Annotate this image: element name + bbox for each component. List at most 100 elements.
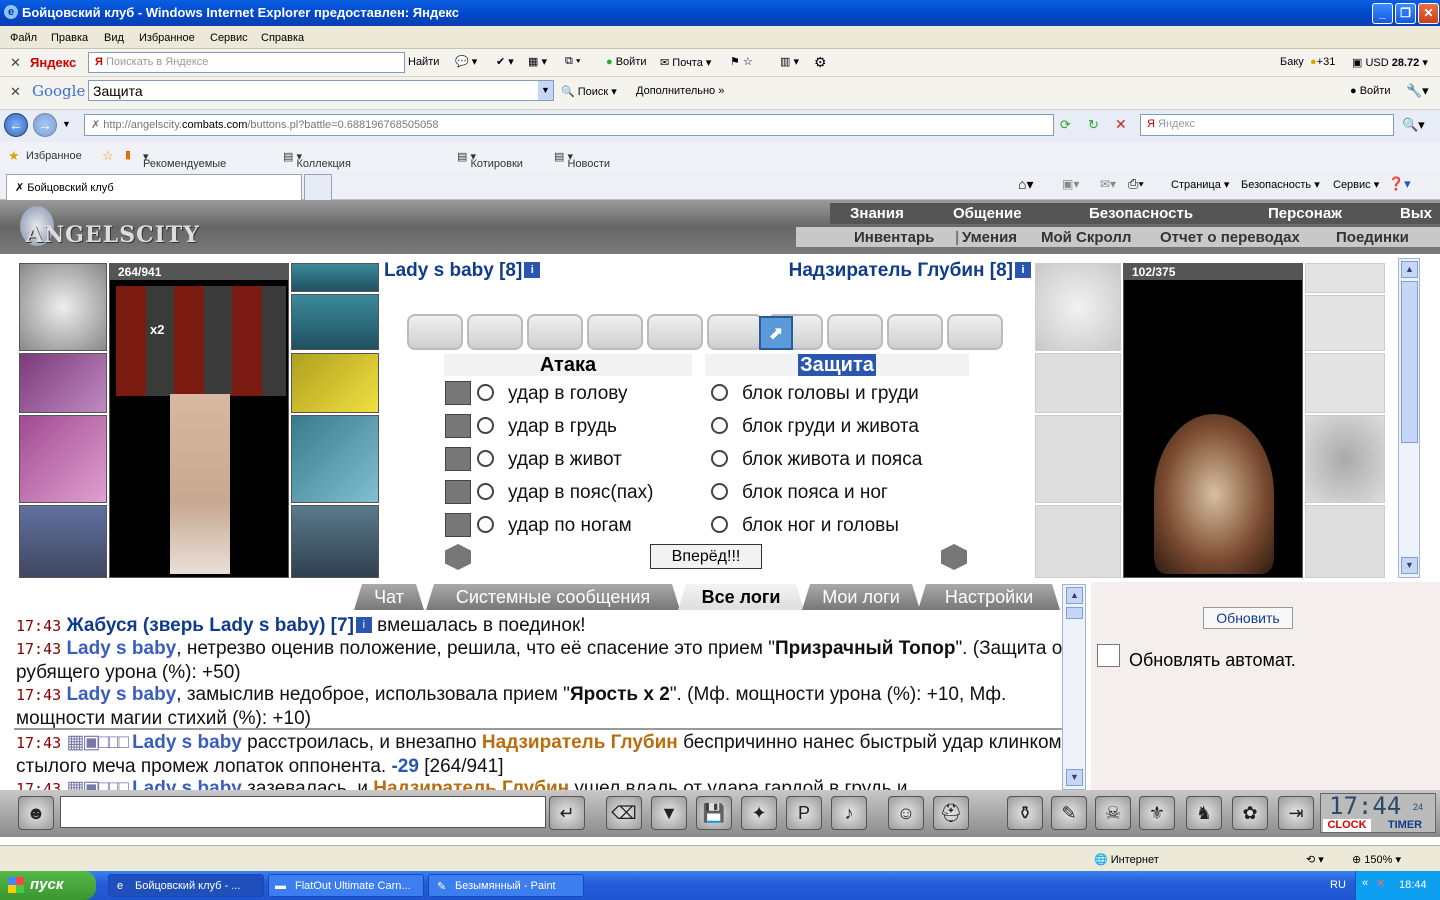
fav-quotes[interactable]: ▤ Котировки ▾ <box>457 150 523 170</box>
save-icon[interactable]: 💾 <box>696 796 732 830</box>
block-chest-stomach-option[interactable]: блок груди и живота <box>711 416 919 438</box>
menu-view[interactable]: Вид <box>104 32 124 44</box>
menu-edit[interactable]: Правка <box>51 32 88 44</box>
translit-icon[interactable]: Р <box>786 796 822 830</box>
scroll-icon[interactable]: ✎ <box>1051 796 1087 830</box>
nav-skills[interactable]: Умения <box>962 229 1017 246</box>
timer-label[interactable]: TIMER <box>1377 819 1433 832</box>
enemy-name[interactable]: Надзиратель Глубин [8] i <box>789 260 1031 282</box>
eraser-icon[interactable]: ⌫ <box>606 796 642 830</box>
scroll-slot-5[interactable] <box>647 314 703 350</box>
favorites-button[interactable]: Избранное <box>26 150 82 162</box>
attack-toggle-5[interactable] <box>445 513 471 537</box>
yandex-find-button[interactable]: Найти <box>408 56 439 68</box>
block-belt-legs-option[interactable]: блок пояса и ног <box>711 482 888 504</box>
ie-search-input[interactable]: Я Яндекс <box>1140 114 1394 136</box>
send-enter-icon[interactable]: ↵ <box>549 796 585 830</box>
translate-icon[interactable]: ▦ ▾ <box>528 55 547 68</box>
search-icon[interactable]: 🔍▾ <box>1402 117 1425 133</box>
auto-refresh-checkbox[interactable] <box>1097 644 1120 667</box>
rings-slot-icon[interactable] <box>291 294 379 350</box>
player-name[interactable]: Lady s baby [8] i <box>384 260 541 282</box>
google-more[interactable]: Дополнительно » <box>636 85 724 97</box>
attack-stomach-radio[interactable] <box>477 450 494 467</box>
chat-bubble-icon[interactable]: 💬 ▾ <box>455 55 477 68</box>
gloves-slot-icon[interactable] <box>291 353 379 413</box>
exit-icon[interactable]: ⇥ <box>1278 796 1314 830</box>
tab-chat[interactable]: Чат <box>354 584 424 610</box>
minimize-button[interactable]: _ <box>1372 3 1393 24</box>
compat-icon[interactable]: ⟳ <box>1060 117 1071 133</box>
menu-tools[interactable]: Сервис <box>210 32 248 44</box>
protected-mode-icon[interactable]: ⟲ ▾ <box>1306 853 1324 866</box>
cmd-security[interactable]: Безопасность ▾ <box>1241 178 1320 191</box>
back-arrow-icon[interactable]: ← <box>4 113 28 137</box>
scroll-down-icon[interactable]: ▼ <box>1401 557 1418 574</box>
language-indicator[interactable]: RU <box>1330 879 1346 891</box>
yandex-brand[interactable]: Яндекс <box>30 55 76 70</box>
chat-scroll-thumb[interactable] <box>1066 607 1083 619</box>
attack-toggle-2[interactable] <box>445 414 471 438</box>
attack-stomach-option[interactable]: удар в живот <box>477 449 622 471</box>
google-search-input[interactable]: Защита ▼ <box>88 80 554 101</box>
nav-inventory[interactable]: Инвентарь <box>854 229 934 246</box>
share-icon[interactable]: ⧉ ▾ <box>565 55 581 68</box>
tab-my-logs[interactable]: Мои логи <box>802 584 920 610</box>
potion-icon[interactable]: ⚱ <box>1007 796 1043 830</box>
forward-arrow-icon[interactable]: → <box>33 113 57 137</box>
attack-head-option[interactable]: удар в голову <box>477 383 627 405</box>
block-chest-stomach-radio[interactable] <box>711 417 728 434</box>
nav-my-scroll[interactable]: Мой Скролл <box>1041 229 1131 246</box>
fighter-icon[interactable]: ✦ <box>741 796 777 830</box>
nav-transfer-report[interactable]: Отчет о переводах <box>1160 229 1300 246</box>
maximize-button[interactable]: ❐ <box>1395 3 1416 24</box>
google-login[interactable]: ● Войти <box>1350 85 1391 97</box>
wrench-icon[interactable]: 🔧▾ <box>1406 83 1429 99</box>
block-legs-head-radio[interactable] <box>711 516 728 533</box>
tab-settings[interactable]: Настройки <box>918 584 1060 610</box>
sword-slot-icon[interactable] <box>19 415 107 503</box>
home-icon[interactable]: ⌂▾ <box>1018 176 1033 193</box>
sound-icon[interactable]: ♪ <box>831 796 867 830</box>
cmd-tools[interactable]: Сервис ▾ <box>1333 178 1379 191</box>
fav-web-slices[interactable]: ▤ Коллекция веб-фрагме... ▾ <box>283 150 351 194</box>
scroll-slot-8[interactable] <box>827 314 883 350</box>
bracers-slot-icon[interactable] <box>19 353 107 413</box>
scroll-slot-4[interactable] <box>587 314 643 350</box>
scroll-link-icon[interactable]: ⬈ <box>759 316 793 350</box>
tray-antivirus-icon[interactable]: ✕ <box>1376 877 1385 890</box>
offhand-slot-icon[interactable] <box>291 415 379 503</box>
yandex-mail[interactable]: ✉ Почта ▾ <box>660 56 711 69</box>
clock-label[interactable]: CLOCK <box>1323 819 1371 832</box>
block-stomach-belt-option[interactable]: блок живота и пояса <box>711 449 922 471</box>
top-frame-scrollbar[interactable]: ▲ ▼ <box>1398 258 1420 578</box>
print-icon[interactable]: ⎙▾ <box>1128 176 1144 192</box>
nav-knowledge[interactable]: Знания <box>850 205 904 222</box>
refresh-icon[interactable]: ↻ <box>1088 117 1099 133</box>
enemy-info-icon[interactable]: i <box>1015 262 1031 278</box>
tab-all-logs[interactable]: Все логи <box>678 584 804 610</box>
menu-file[interactable]: Файл <box>10 32 37 44</box>
scroll-thumb[interactable] <box>1401 281 1418 443</box>
player-info-icon[interactable]: i <box>524 262 541 278</box>
team-icon[interactable]: ♞ <box>1186 796 1222 830</box>
google-search-button[interactable]: 🔍 Поиск ▾ <box>561 85 617 98</box>
refresh-shield-icon[interactable] <box>941 544 967 570</box>
helmet-icon[interactable]: ⛑ <box>933 796 969 830</box>
history-dropdown-icon[interactable]: ▼ <box>62 119 71 129</box>
add-favorite-icon[interactable]: ☆ <box>102 148 114 164</box>
tray-arrow-icon[interactable]: « <box>1362 877 1368 889</box>
block-legs-head-option[interactable]: блок ног и головы <box>711 515 899 537</box>
chat-scrollbar[interactable]: ▲ ▼ <box>1062 584 1086 790</box>
bookmark-icon[interactable]: ⚑ ☆ <box>730 55 753 68</box>
task-ie[interactable]: e Бойцовский клуб - ... <box>108 874 264 897</box>
fav-suggested-sites[interactable]: Рекомендуемые сайты ▾ <box>143 150 226 182</box>
menu-favorites[interactable]: Избранное <box>139 32 195 44</box>
attack-legs-radio[interactable] <box>477 516 494 533</box>
address-input[interactable]: ✗ http://angelscity.combats.com/buttons.… <box>84 114 1054 136</box>
tray-clock[interactable]: 18:44 <box>1399 879 1427 891</box>
armor-slot-icon[interactable] <box>19 505 107 578</box>
help-icon[interactable]: ❓▾ <box>1388 176 1411 192</box>
smiley-icon[interactable]: ☺ <box>888 796 924 830</box>
chat-scroll-up-icon[interactable]: ▲ <box>1066 587 1083 604</box>
